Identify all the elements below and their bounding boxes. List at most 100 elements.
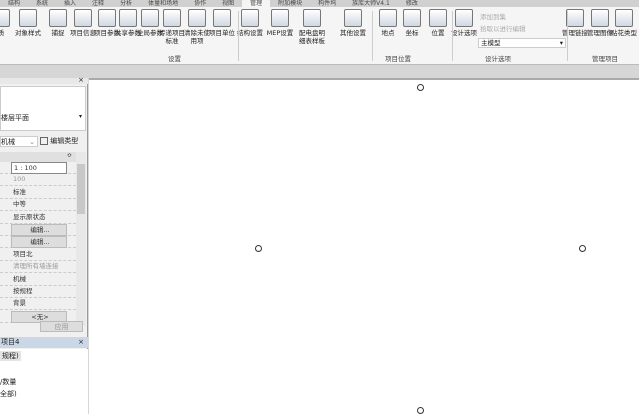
tool-16[interactable]: 设计选项 [449, 9, 479, 37]
property-button[interactable]: 编辑... [11, 236, 67, 249]
tool-12[interactable]: 其他设置 [338, 9, 368, 37]
tab-10[interactable]: 构件坞 [310, 0, 344, 7]
pick-to-edit-button[interactable]: 拾取以进行编辑 [480, 23, 526, 33]
tool-label: 坐标 [405, 29, 419, 37]
tool-icon [591, 9, 609, 27]
close-icon[interactable]: × [78, 76, 84, 84]
property-row: 机械 [0, 274, 76, 286]
add-to-set-button[interactable]: 添加到集 [480, 11, 506, 21]
property-row: 100 [0, 174, 76, 187]
property-row: 按规程 [0, 286, 76, 298]
tab-11[interactable]: 族库大师V4.1 [344, 0, 398, 7]
property-row: 1 : 100 [0, 162, 76, 174]
elevation-marker-west[interactable] [255, 245, 262, 252]
tab-4[interactable]: 分析 [112, 0, 140, 7]
tool-icon [188, 9, 206, 27]
property-value[interactable]: 机械 [11, 274, 67, 286]
property-value[interactable]: 清理所有墙连接 [11, 261, 67, 273]
properties-group-header[interactable]: ≎ [0, 152, 76, 162]
tab-8[interactable]: 管理 [242, 0, 271, 7]
edit-type-button[interactable]: 编辑类型 [40, 136, 78, 147]
divider [238, 11, 239, 61]
tool-icon [271, 9, 289, 27]
tool-label: 对象样式 [15, 29, 41, 37]
tool-icon [344, 9, 362, 27]
edit-type-label: 编辑类型 [50, 137, 79, 145]
dropdown-arrow-icon: ▾ [78, 113, 82, 120]
property-value[interactable]: 显示原状态 [11, 212, 67, 224]
tool-8[interactable]: 项目单位 [207, 9, 237, 37]
type-selector[interactable]: 楼层平面 ▾ [0, 86, 86, 131]
property-value[interactable]: 标准 [11, 187, 67, 199]
property-button[interactable]: 编辑... [11, 224, 67, 236]
view-selector[interactable]: 机械 ⌄ [0, 136, 38, 147]
divider [452, 11, 453, 61]
apply-button[interactable]: 应用 [40, 321, 83, 332]
tool-9[interactable]: 结构设置 [235, 9, 265, 37]
tool-icon [19, 9, 37, 27]
divider [567, 11, 568, 61]
tool-icon [303, 9, 321, 27]
drawing-canvas[interactable] [89, 78, 639, 414]
properties-panel: × 楼层平面 ▾ 机械 ⌄ 编辑类型 ≎ 1 : 100 100 标准 中等 显示原状态编… [0, 76, 88, 414]
tab-7[interactable]: 视图 [214, 0, 242, 7]
property-value[interactable]: 中等 [11, 199, 67, 211]
property-row: 背景 [0, 298, 76, 311]
close-icon[interactable]: × [78, 337, 84, 348]
property-row: 编辑... [0, 224, 76, 236]
tool-icon [566, 9, 584, 27]
scrollbar[interactable] [76, 152, 86, 326]
ribbon-group-label: 管理项目 [592, 55, 618, 63]
project-browser-title: 项目4 × [0, 337, 88, 348]
ribbon: 质对象样式 捕捉 项目信息 项目参数 共享参数 全局参数 传递项目标准 清除未使用项 项目单位结… [0, 7, 639, 65]
tab-1[interactable]: 系统 [28, 0, 56, 7]
tab-2[interactable]: 插入 [56, 0, 84, 7]
ribbon-tabs: 结构 系统 插入 注释 分析 体量和场地 协作 视图 管理 附加模块 构件坞 族库大师V4.1 修改 [0, 0, 639, 7]
tab-0[interactable]: 结构 [0, 0, 28, 7]
property-value[interactable]: 1 : 100 [11, 162, 67, 174]
tool-label: 项目单位 [209, 29, 235, 37]
tree-item[interactable]: 全部) [0, 389, 17, 399]
tool-icon [49, 9, 67, 27]
design-option-value: 主模型 [481, 39, 501, 47]
project-browser-label: 项目4 [1, 338, 20, 346]
elevation-marker-east[interactable] [579, 245, 586, 252]
tab-6[interactable]: 协作 [186, 0, 214, 7]
tool-icon [379, 9, 397, 27]
tool-0[interactable]: 对象样式 [13, 9, 43, 37]
tool-label: 捕捉 [51, 29, 65, 37]
property-row: 显示原状态 [0, 212, 76, 224]
view-selector-value: 机械 [1, 138, 15, 146]
elevation-marker-north[interactable] [417, 84, 424, 91]
tool-11[interactable]: 配电盘明细表样板 [297, 9, 327, 45]
property-value[interactable]: 项目北 [11, 249, 67, 261]
tool-10[interactable]: MEP设置 [265, 9, 295, 37]
tool-label: 设计选项 [451, 29, 477, 37]
property-value[interactable]: 按规程 [11, 286, 67, 298]
property-value[interactable]: 100 [11, 174, 67, 186]
tool-icon [0, 9, 10, 27]
property-row: 清理所有墙连接 [0, 261, 76, 274]
tool-icon [455, 9, 473, 27]
scrollbar-thumb[interactable] [77, 164, 85, 214]
tab-5[interactable]: 体量和场地 [140, 0, 186, 7]
tab-3[interactable]: 注释 [84, 0, 112, 7]
tool-label: 质 [0, 29, 5, 37]
tree-item[interactable]: /数量 [0, 377, 16, 387]
tool-label: 贴花类型 [611, 29, 637, 37]
tool-icon [429, 9, 447, 27]
tool-19[interactable]: 贴花类型 [609, 9, 639, 37]
tool-label: 地点 [381, 29, 395, 37]
property-row: 项目北 [0, 249, 76, 261]
tool-icon [615, 9, 633, 27]
ribbon-group-label: 设置 [168, 55, 181, 63]
tab-12[interactable]: 修改 [398, 0, 426, 7]
elevation-marker-south[interactable] [417, 407, 424, 414]
tree-item[interactable]: 规程) [0, 351, 21, 361]
property-value[interactable]: 背景 [11, 298, 67, 310]
project-browser-tree: 规程) /数量 全部) [0, 349, 88, 414]
design-option-select[interactable]: 主模型 ▾ [478, 38, 566, 48]
property-row: 中等 [0, 199, 76, 212]
property-row: 标准 [0, 187, 76, 199]
tab-9[interactable]: 附加模块 [270, 0, 310, 7]
